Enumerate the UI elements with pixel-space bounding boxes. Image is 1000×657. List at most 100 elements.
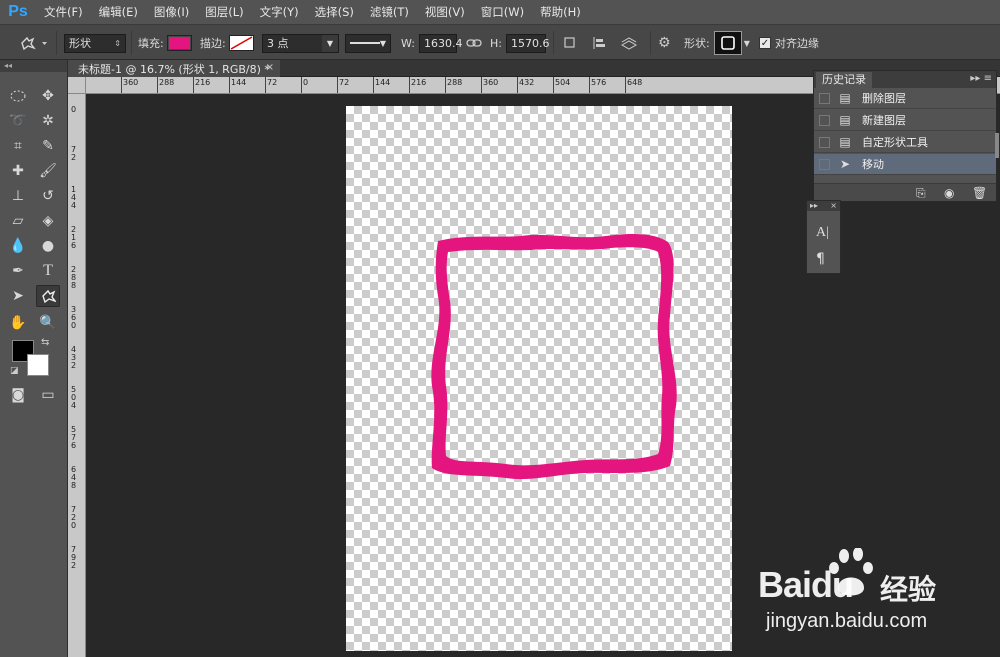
watermark-brand: Baidu: [758, 564, 854, 605]
menu-layer[interactable]: 图层(L): [197, 0, 251, 24]
ruler-label: 288: [159, 78, 175, 87]
fill-swatch[interactable]: [166, 35, 192, 51]
path-operations-icon[interactable]: [563, 36, 577, 50]
ruler-label: 720: [71, 505, 77, 530]
tool-preset-picker[interactable]: [18, 25, 48, 61]
close-icon[interactable]: ×: [266, 62, 274, 73]
ruler-tick: [157, 77, 158, 93]
clone-stamp-icon[interactable]: ⊥: [6, 185, 30, 207]
menu-help[interactable]: 帮助(H): [532, 0, 589, 24]
stroke-type-select[interactable]: ▼: [345, 33, 391, 53]
height-value: 1570.6: [510, 36, 550, 50]
history-item[interactable]: ▤ 自定形状工具: [814, 132, 996, 153]
pen-tool-icon[interactable]: ✒: [6, 260, 30, 282]
history-tab[interactable]: 历史记录: [816, 72, 872, 88]
dock-header[interactable]: ▸▸ ×: [807, 201, 840, 211]
shape-picker[interactable]: [713, 31, 742, 55]
document-tab-title: 未标题-1 @ 16.7% (形状 1, RGB/8) *: [78, 62, 270, 76]
move-tool-icon[interactable]: ✥: [36, 85, 60, 107]
history-checkbox[interactable]: [819, 136, 830, 148]
dropdown-arrow-icon: ▼: [322, 34, 338, 52]
paragraph-panel-icon[interactable]: ¶: [816, 251, 825, 267]
stroke-line-icon: [350, 42, 380, 44]
ruler-label: 360: [123, 78, 139, 87]
menu-filter[interactable]: 滤镜(T): [362, 0, 417, 24]
paint-bucket-icon[interactable]: ◈: [36, 210, 60, 232]
align-edges-label: 对齐边缘: [775, 37, 819, 50]
path-arrangement-icon[interactable]: [620, 35, 638, 51]
link-icon[interactable]: [466, 37, 482, 49]
zoom-tool-icon[interactable]: 🔍: [36, 312, 60, 334]
screen-mode-icon[interactable]: ▭: [36, 384, 60, 406]
gear-icon[interactable]: ⚙: [658, 35, 671, 51]
ruler-tick: [121, 77, 122, 93]
ruler-tick: [445, 77, 446, 93]
hand-tool-icon[interactable]: ✋: [6, 312, 30, 334]
ruler-label: 216: [195, 78, 211, 87]
lasso-tool-icon[interactable]: ➰: [6, 110, 30, 132]
magic-wand-icon[interactable]: ✲: [36, 110, 60, 132]
custom-shape-tool-icon[interactable]: [36, 285, 60, 307]
options-bar: 形状 ⇕ 填充: 描边: 3 点 ▼ ▼ W: 1630.4 H: 1570.6…: [0, 24, 1000, 60]
healing-brush-icon[interactable]: ✚: [6, 160, 30, 182]
stroke-width-field[interactable]: 3 点 ▼: [262, 33, 339, 53]
history-brush-icon[interactable]: ↺: [36, 185, 60, 207]
marquee-tool-icon[interactable]: [6, 85, 30, 107]
dodge-tool-icon[interactable]: ●: [36, 235, 60, 257]
stroke-swatch[interactable]: [228, 35, 254, 51]
ruler-label: 648: [71, 465, 77, 490]
history-item-selected[interactable]: ➤ 移动: [814, 154, 996, 175]
panel-scrollbar[interactable]: [995, 133, 999, 158]
height-input[interactable]: 1570.6: [505, 33, 549, 53]
menu-view[interactable]: 视图(V): [417, 0, 473, 24]
menu-edit[interactable]: 编辑(E): [91, 0, 146, 24]
ruler-label: 144: [375, 78, 391, 87]
history-item[interactable]: ▤ 新建图层: [814, 110, 996, 131]
menu-select[interactable]: 选择(S): [307, 0, 362, 24]
quick-mask-icon[interactable]: ◙: [6, 384, 30, 406]
ruler-origin[interactable]: [68, 77, 86, 94]
dropdown-arrow-icon[interactable]: ▼: [744, 39, 750, 48]
trash-icon[interactable]: 🗑: [972, 186, 987, 200]
menu-bar: Ps 文件(F) 编辑(E) 图像(I) 图层(L) 文字(Y) 选择(S) 滤…: [0, 0, 1000, 24]
pink-frame-shape[interactable]: [346, 106, 732, 651]
history-checkbox[interactable]: [819, 92, 830, 104]
ruler-tick: [481, 77, 482, 93]
new-document-from-state-icon[interactable]: ⎘: [916, 186, 926, 201]
brush-tool-icon[interactable]: 🖌: [36, 160, 60, 182]
align-edges-checkbox[interactable]: ✓: [759, 37, 771, 49]
type-tool-icon[interactable]: T: [36, 260, 60, 282]
camera-icon[interactable]: ◉: [944, 186, 954, 200]
path-alignment-icon[interactable]: [591, 35, 607, 51]
vertical-ruler[interactable]: 0 72 144 216 288 360 432 504 576 648 720 792: [68, 94, 86, 657]
tool-mode-select[interactable]: 形状 ⇕: [64, 33, 126, 53]
toolbox-collapse[interactable]: ◂◂: [0, 60, 67, 72]
document-tab[interactable]: 未标题-1 @ 16.7% (形状 1, RGB/8) * ×: [68, 60, 280, 77]
path-selection-icon[interactable]: ➤: [6, 285, 30, 307]
eraser-icon[interactable]: ▱: [6, 210, 30, 232]
history-checkbox[interactable]: [819, 114, 830, 126]
move-icon: ➤: [839, 157, 851, 171]
blur-tool-icon[interactable]: 💧: [6, 235, 30, 257]
menu-type[interactable]: 文字(Y): [252, 0, 307, 24]
eyedropper-icon[interactable]: ✎: [36, 135, 60, 157]
menu-window[interactable]: 窗口(W): [473, 0, 532, 24]
crop-tool-icon[interactable]: ⌗: [6, 135, 30, 157]
canvas[interactable]: [346, 106, 732, 651]
ruler-tick: [625, 77, 626, 93]
baidu-watermark: Baidu 经验 jingyan.baidu.com: [758, 547, 998, 648]
character-panel-icon[interactable]: A|: [816, 225, 829, 241]
width-input[interactable]: 1630.4: [418, 33, 462, 53]
panel-menu-icon[interactable]: ▸▸ ≡: [970, 73, 992, 84]
ruler-tick: [409, 77, 410, 93]
ruler-tick: [301, 77, 302, 93]
history-item[interactable]: ▤ 删除图层: [814, 88, 996, 109]
history-checkbox[interactable]: [819, 158, 830, 170]
swap-colors-icon[interactable]: ⇆: [41, 337, 49, 348]
menu-image[interactable]: 图像(I): [146, 0, 197, 24]
background-color[interactable]: [27, 354, 49, 376]
default-colors-icon[interactable]: ◪: [10, 366, 19, 376]
menu-file[interactable]: 文件(F): [36, 0, 91, 24]
watermark-cn: 经验: [880, 573, 937, 606]
width-label: W:: [401, 36, 415, 50]
